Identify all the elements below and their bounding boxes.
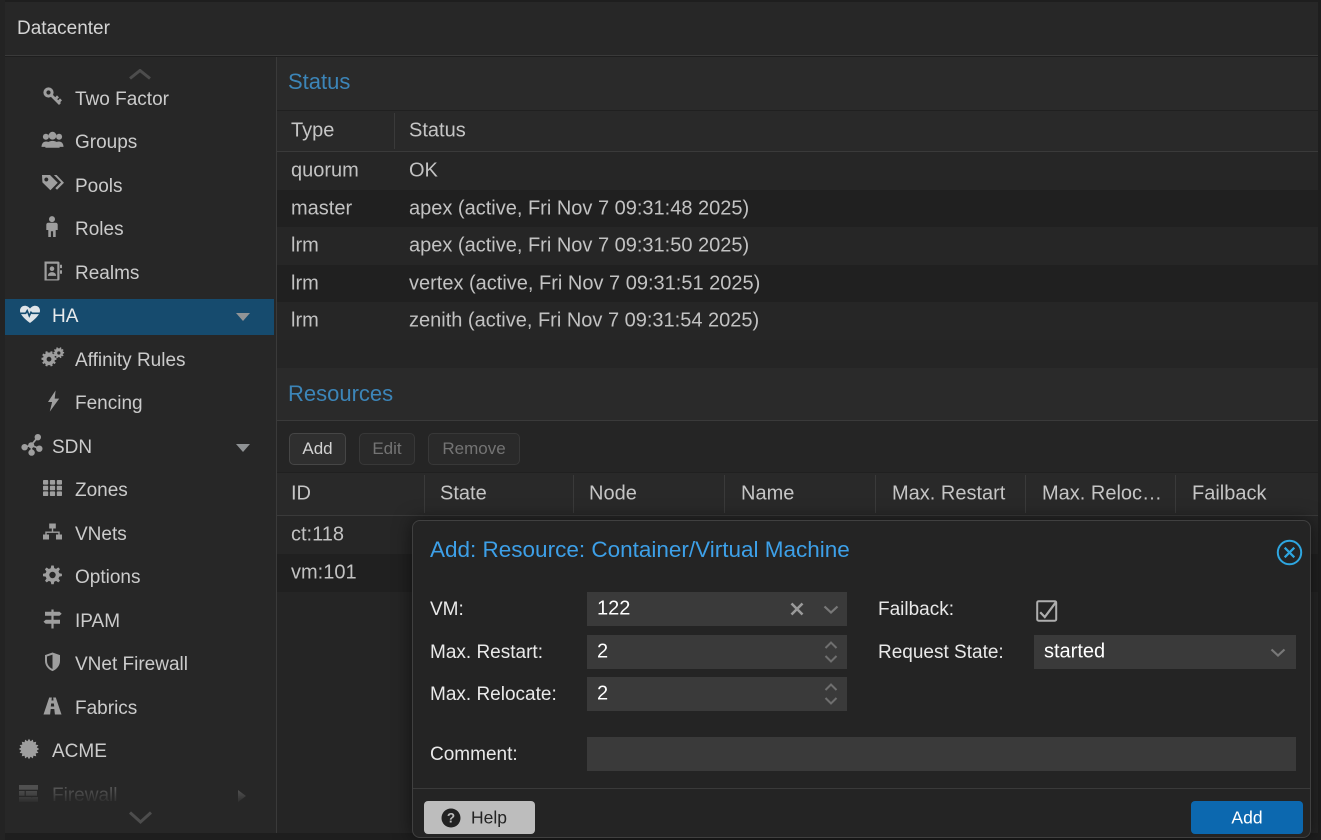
svg-text:?: ?: [447, 811, 455, 826]
